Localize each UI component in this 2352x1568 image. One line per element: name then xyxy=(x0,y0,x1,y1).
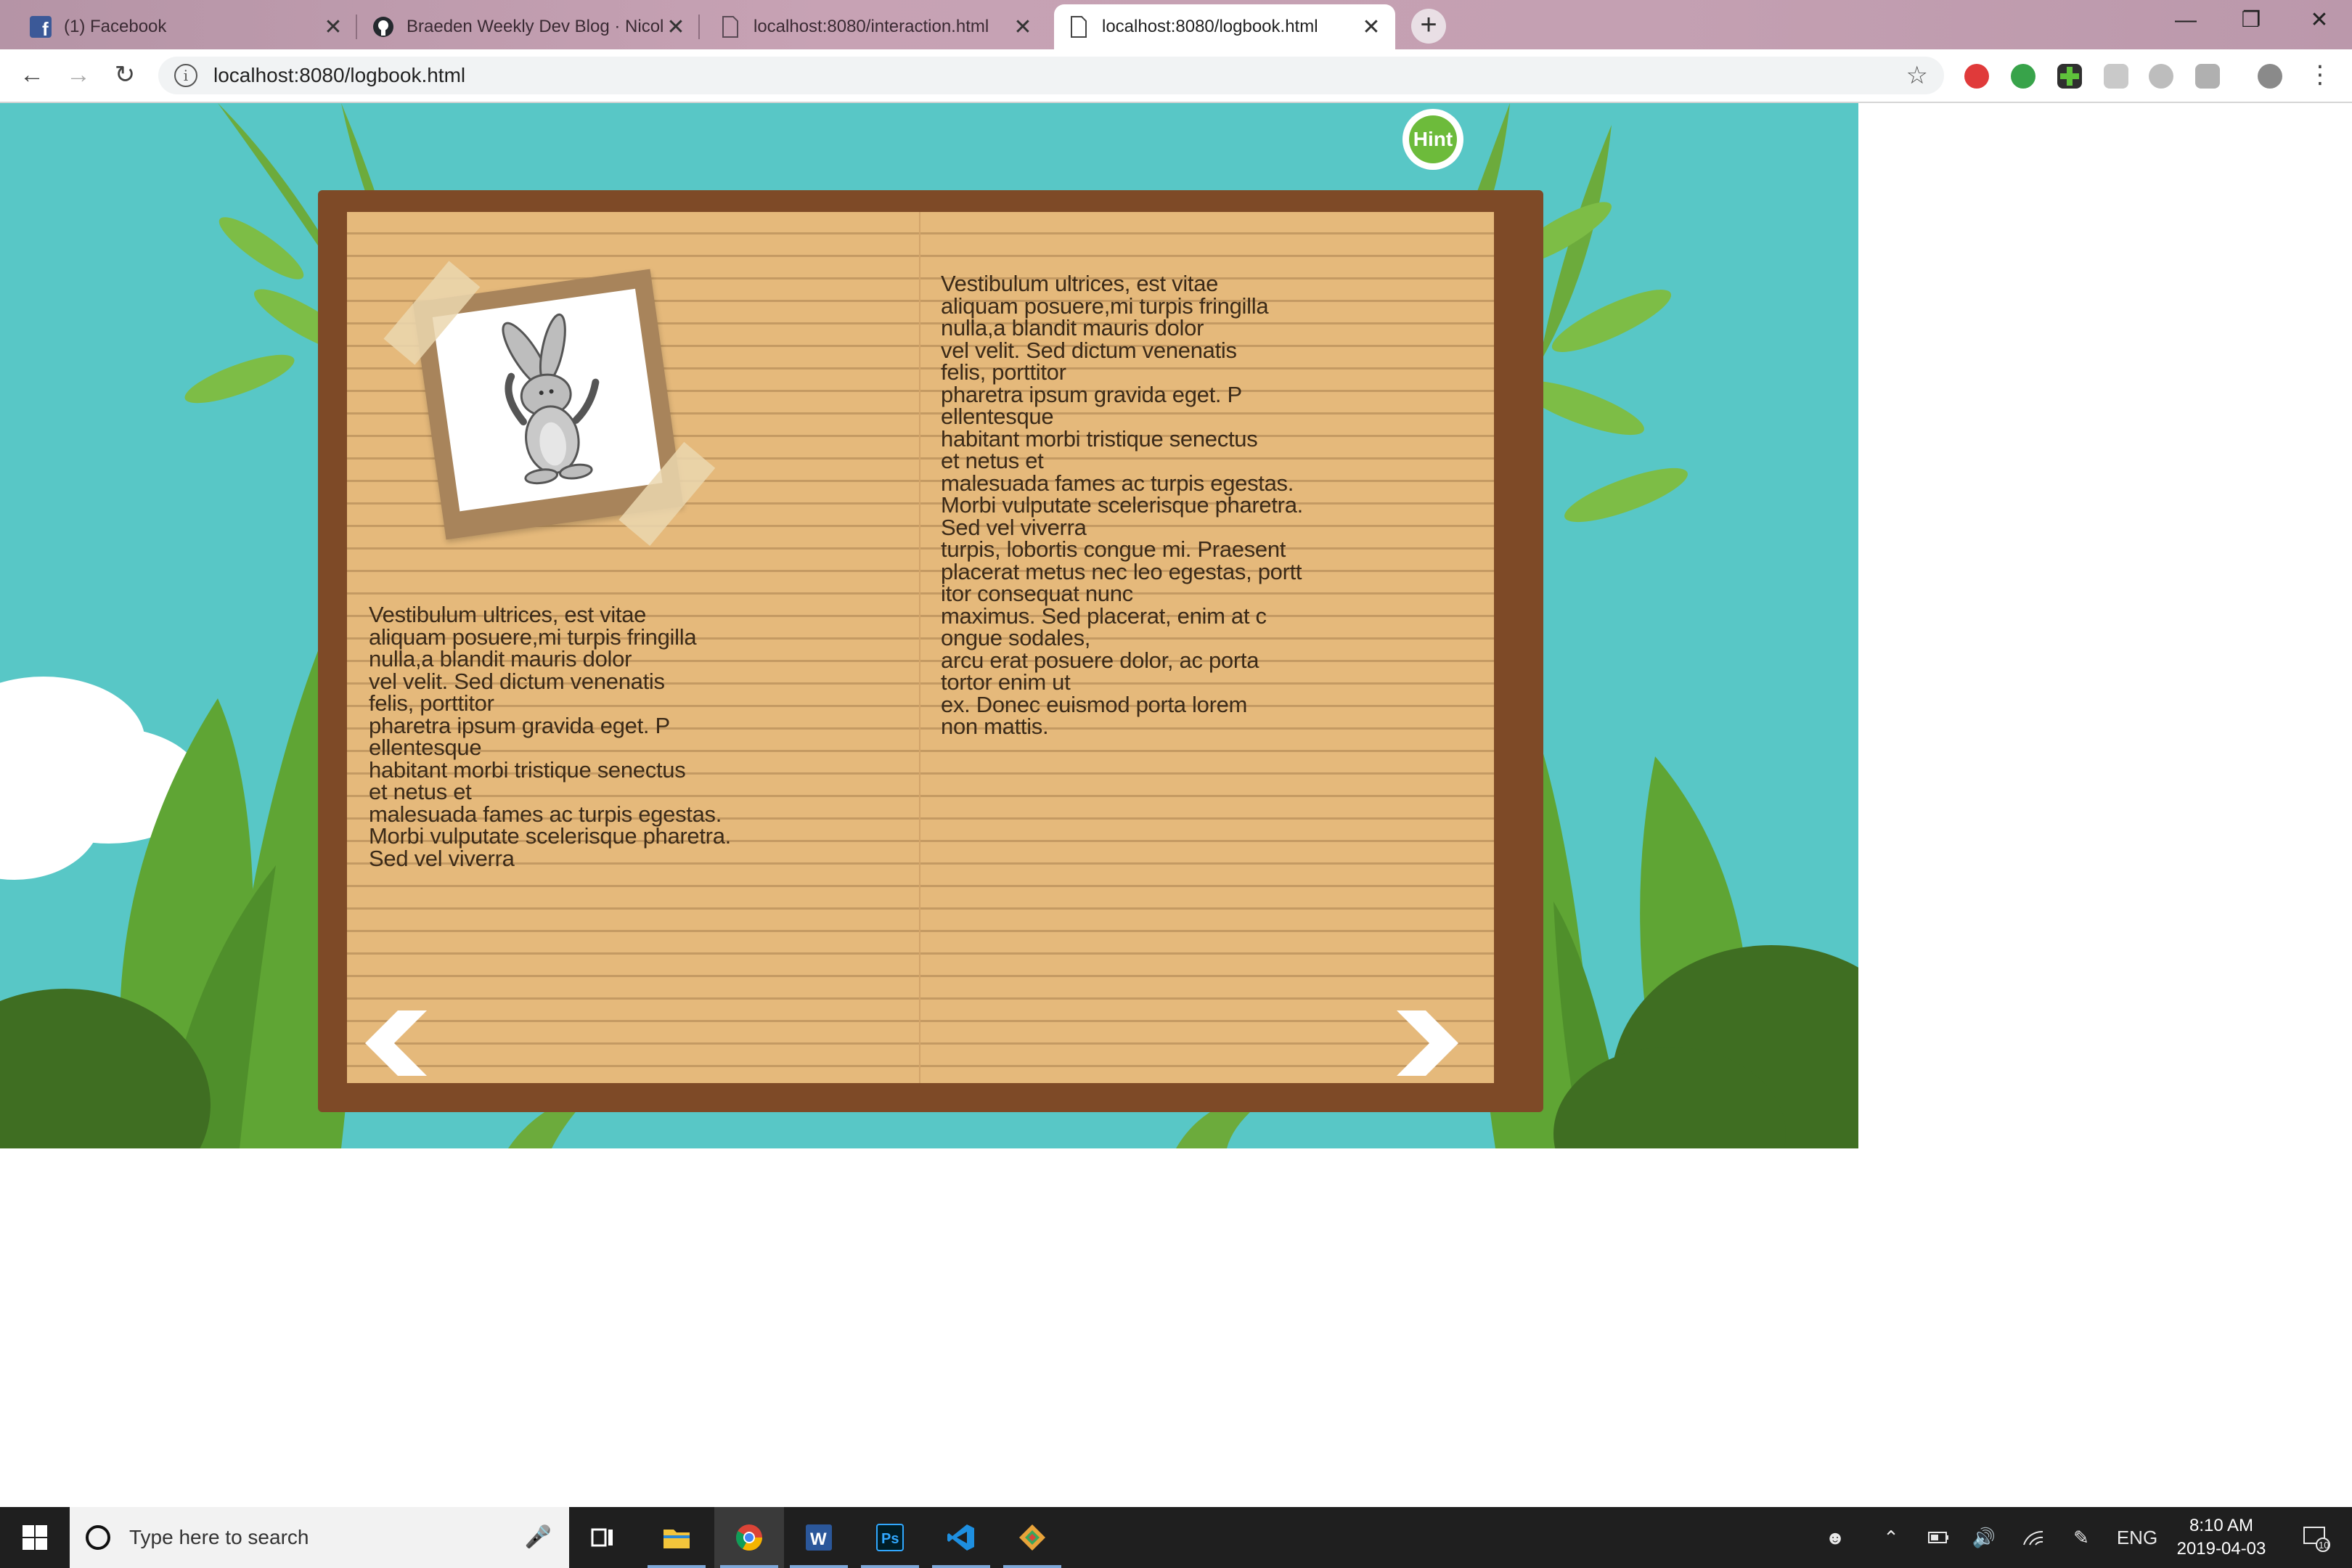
tab-title: localhost:8080/interaction.html xyxy=(754,17,989,36)
page-icon xyxy=(719,15,742,38)
browser-toolbar: ← → ↻ i localhost:8080/logbook.html ☆ ⋮ xyxy=(0,49,2352,103)
logbook-book: Vestibulum ultrices, est vitae aliquam p… xyxy=(318,190,1543,1112)
window-close-icon[interactable]: ✕ xyxy=(2287,0,2352,44)
pen-icon[interactable]: ✎ xyxy=(2063,1507,2099,1568)
hint-label[interactable]: Hint xyxy=(1409,115,1457,163)
hint-button[interactable]: Hint xyxy=(1402,109,1463,170)
back-icon[interactable]: ← xyxy=(15,58,49,93)
chevron-right-icon xyxy=(1397,1010,1458,1076)
menu-kebab-icon[interactable]: ⋮ xyxy=(2303,58,2337,93)
tab-title: Braeden Weekly Dev Blog · Nicol xyxy=(407,17,664,36)
address-bar[interactable]: i localhost:8080/logbook.html ☆ xyxy=(158,57,1944,94)
new-tab-button[interactable]: + xyxy=(1411,9,1446,44)
restore-icon[interactable]: ❐ xyxy=(2218,0,2284,44)
cortana-icon xyxy=(86,1525,110,1550)
bookmark-star-icon[interactable]: ☆ xyxy=(1906,61,1928,90)
clock-time: 8:10 AM xyxy=(2189,1516,2254,1535)
start-button[interactable] xyxy=(0,1507,70,1568)
close-icon[interactable]: ✕ xyxy=(665,15,687,40)
chrome-icon[interactable] xyxy=(714,1507,784,1568)
left-page-text: Vestibulum ultrices, est vitae aliquam p… xyxy=(369,602,731,871)
tab-strip: f (1) Facebook ✕ Braeden Weekly Dev Blog… xyxy=(0,0,2352,49)
forward-icon[interactable]: → xyxy=(61,58,96,93)
tab-facebook[interactable]: f (1) Facebook ✕ xyxy=(16,4,357,49)
vscode-icon[interactable] xyxy=(926,1507,996,1568)
git-icon[interactable] xyxy=(997,1507,1067,1568)
github-icon xyxy=(372,15,395,38)
close-icon[interactable]: ✕ xyxy=(322,15,344,40)
close-icon[interactable]: ✕ xyxy=(1360,15,1382,40)
tray-chevron-up-icon[interactable]: ⌃ xyxy=(1873,1507,1909,1568)
svg-text:W: W xyxy=(810,1530,827,1549)
minimize-icon[interactable]: — xyxy=(2153,0,2218,44)
site-info-icon[interactable]: i xyxy=(174,64,197,87)
extension-green-icon[interactable] xyxy=(2011,64,2035,89)
right-page: Vestibulum ultrices, est vitae aliquam p… xyxy=(920,212,1494,1083)
tab-github[interactable]: Braeden Weekly Dev Blog · Nicol ✕ xyxy=(359,4,700,49)
profile-avatar[interactable] xyxy=(2258,64,2282,89)
search-placeholder[interactable]: Type here to search xyxy=(129,1526,309,1549)
reload-icon[interactable]: ↻ xyxy=(107,58,142,93)
notification-count: 10 xyxy=(2319,1540,2329,1551)
language-indicator[interactable]: ENG xyxy=(2108,1507,2166,1568)
svg-text:f: f xyxy=(42,18,49,38)
tab-separator xyxy=(698,15,700,39)
windows-taskbar: Type here to search 🎤 W Ps ☻ ⌃ 🔊 ✎ ENG 8… xyxy=(0,1507,2352,1568)
extension-hand-icon[interactable] xyxy=(1964,64,1989,89)
tab-title: localhost:8080/logbook.html xyxy=(1102,17,1318,36)
svg-text:Ps: Ps xyxy=(881,1531,899,1547)
tab-separator xyxy=(356,15,357,39)
left-page: Vestibulum ultrices, est vitae aliquam p… xyxy=(347,212,922,1083)
right-page-text: Vestibulum ultrices, est vitae aliquam p… xyxy=(941,271,1303,739)
logbook-page: Hint Vestibulum ultrices, est vitae aliq… xyxy=(0,103,1858,1148)
taskbar-clock[interactable]: 8:10 AM 2019-04-03 xyxy=(2171,1514,2272,1561)
facebook-icon: f xyxy=(29,15,52,38)
next-page-button[interactable] xyxy=(1397,1010,1462,1076)
extension-r-icon[interactable] xyxy=(2195,64,2220,89)
task-view-icon[interactable] xyxy=(569,1507,639,1568)
photo-frame xyxy=(383,261,716,547)
chevron-left-icon xyxy=(365,1010,427,1076)
extension-plus-icon[interactable] xyxy=(2057,64,2082,89)
file-explorer-icon[interactable] xyxy=(642,1507,711,1568)
url-text[interactable]: localhost:8080/logbook.html xyxy=(213,64,465,87)
clock-date: 2019-04-03 xyxy=(2176,1539,2266,1559)
volume-icon[interactable]: 🔊 xyxy=(1966,1507,2002,1568)
battery-icon[interactable] xyxy=(1921,1507,1957,1568)
action-center-icon[interactable]: 10 xyxy=(2287,1507,2345,1568)
tab-interaction[interactable]: localhost:8080/interaction.html ✕ xyxy=(706,4,1047,49)
bunny-icon xyxy=(502,313,600,485)
photoshop-icon[interactable]: Ps xyxy=(855,1507,925,1568)
extension-chat-icon[interactable] xyxy=(2104,64,2128,89)
page-icon xyxy=(1067,15,1090,38)
microphone-icon[interactable]: 🎤 xyxy=(525,1524,552,1550)
people-icon[interactable]: ☻ xyxy=(1815,1507,1855,1568)
tab-logbook[interactable]: localhost:8080/logbook.html ✕ xyxy=(1054,4,1395,49)
windows-logo-icon xyxy=(23,1525,47,1550)
wifi-icon[interactable] xyxy=(2015,1507,2051,1568)
extension-circle-icon[interactable] xyxy=(2149,64,2173,89)
word-icon[interactable]: W xyxy=(784,1507,854,1568)
bunny-photo xyxy=(432,288,663,512)
tab-title: (1) Facebook xyxy=(64,17,167,36)
close-icon[interactable]: ✕ xyxy=(1012,15,1034,40)
taskbar-search[interactable]: Type here to search 🎤 xyxy=(70,1507,569,1568)
prev-page-button[interactable] xyxy=(362,1010,427,1076)
